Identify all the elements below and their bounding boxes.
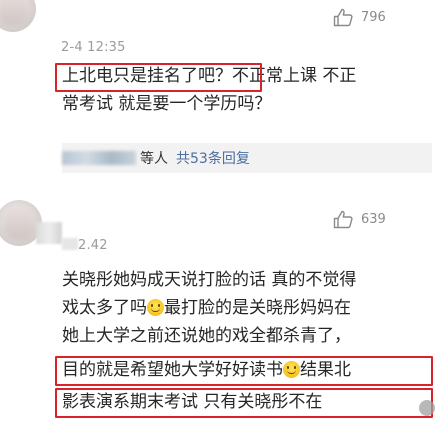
comment-text-line: 关晓彤她妈成天说打脸的话 真的不觉得 [62, 270, 357, 290]
thumbs-up-icon [333, 210, 353, 229]
replies-link[interactable]: 共53条回复 [176, 148, 250, 168]
like-button[interactable]: 796 [333, 8, 386, 27]
watermark [419, 400, 435, 416]
highlight-box [55, 63, 262, 92]
avatar[interactable] [0, 0, 36, 32]
comment-text-line: 常考试 就是要一个学历吗？ [62, 94, 272, 114]
smile-emoji-icon [147, 299, 164, 316]
watermark-logo-icon [419, 400, 435, 416]
comment-text-line: 她上大学之前还说她的戏全都杀青了， [62, 326, 351, 346]
comment-text-segment: 最打脸的是关晓彤妈妈在 [164, 298, 351, 318]
blurred-username [36, 222, 62, 244]
comment-text-segment: 戏太多了吗 [62, 298, 147, 318]
avatar-image [0, 0, 28, 26]
replies-suffix: 等人 [140, 151, 168, 167]
avatar-image [4, 206, 34, 240]
comment-timestamp: 2-4 12:35 [61, 40, 126, 55]
comment-timestamp: 2.42 [62, 238, 108, 253]
like-count: 796 [361, 10, 386, 25]
replier-names-blurred [62, 151, 136, 165]
timestamp-text: 2.42 [78, 238, 108, 253]
like-button[interactable]: 639 [333, 210, 386, 229]
replies-bar[interactable]: 等人 共53条回复 [62, 143, 432, 173]
like-count: 639 [361, 212, 386, 227]
thumbs-up-icon [333, 8, 353, 27]
highlight-box [55, 388, 433, 418]
comment-text-line: 戏太多了吗 最打脸的是关晓彤妈妈在 [62, 296, 351, 321]
highlight-box [55, 356, 433, 386]
